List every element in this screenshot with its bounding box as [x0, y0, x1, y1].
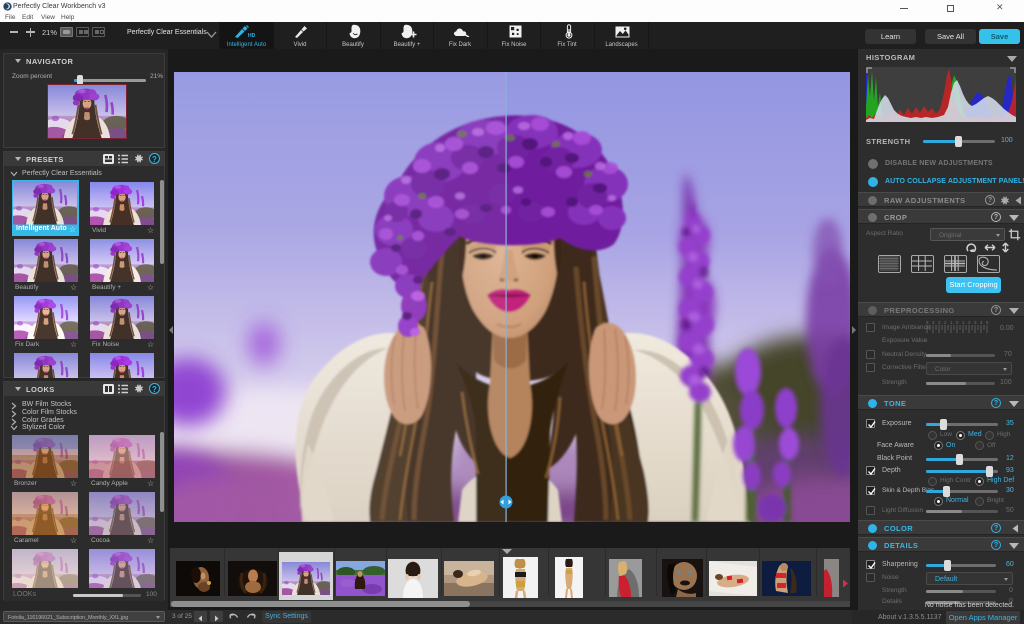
svg-text:3: 3	[974, 320, 977, 325]
svg-text:3: 3	[938, 320, 941, 325]
svg-text:0: 0	[956, 320, 959, 325]
svg-text:5: 5	[926, 320, 929, 325]
svg-text:1: 1	[950, 320, 953, 325]
svg-text:5: 5	[986, 320, 989, 325]
svg-text:1: 1	[962, 320, 965, 325]
svg-text:2: 2	[944, 320, 947, 325]
svg-text:4: 4	[980, 320, 983, 325]
svg-text:4: 4	[932, 320, 935, 325]
svg-text:2: 2	[968, 320, 971, 325]
svg-text:HD: HD	[248, 33, 256, 39]
